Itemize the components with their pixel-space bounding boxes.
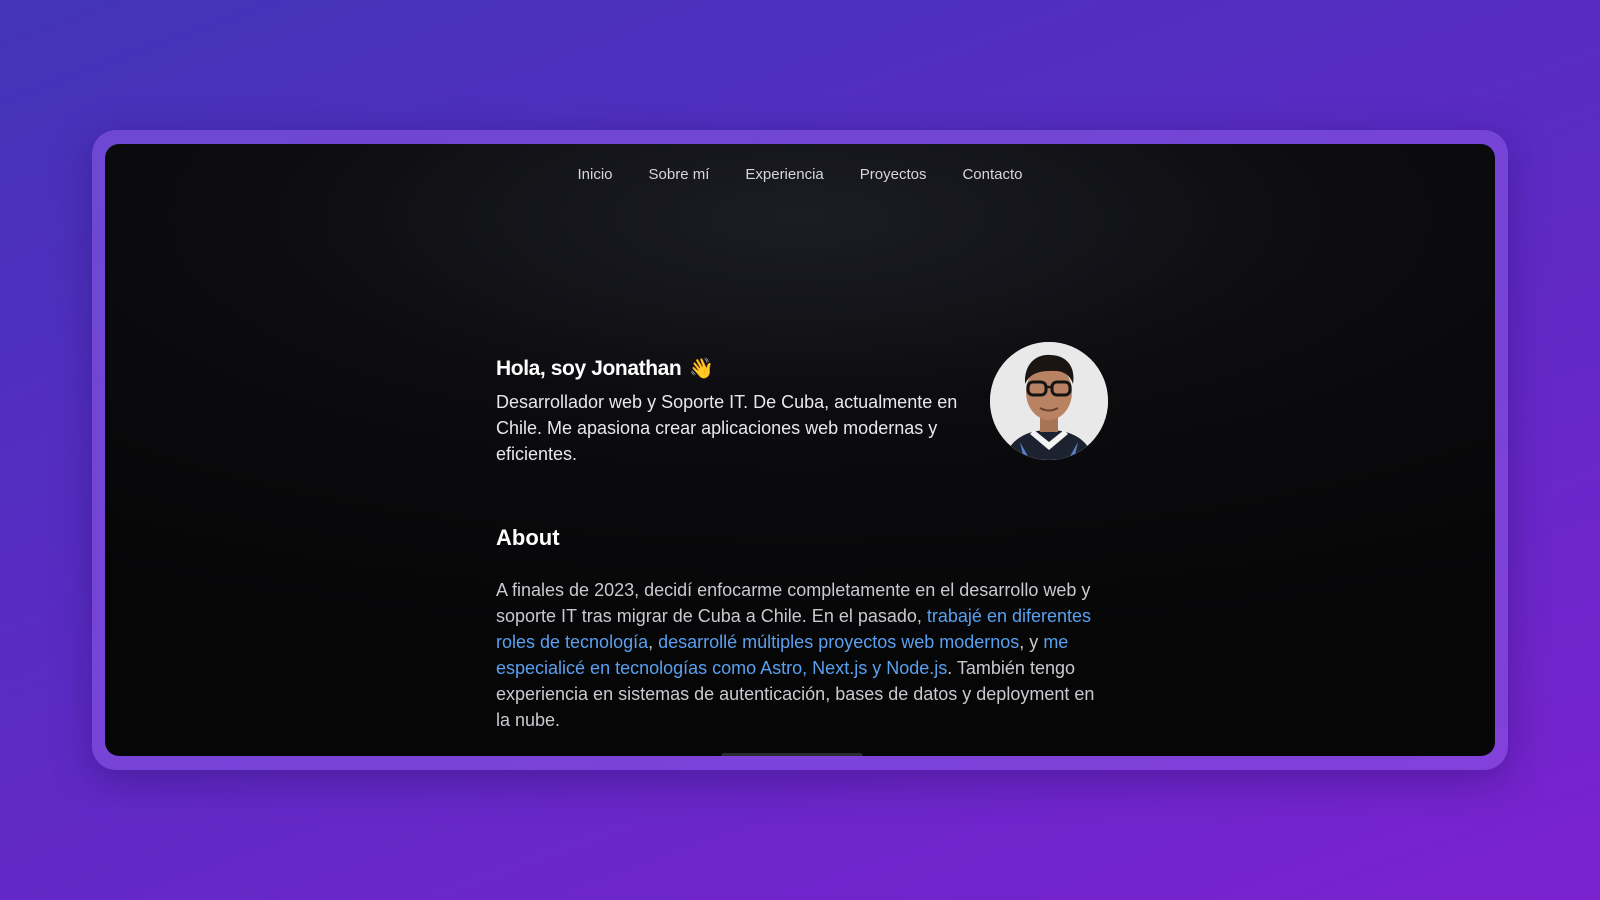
- browser-window: Inicio Sobre mí Experiencia Proyectos Co…: [105, 144, 1495, 756]
- nav-item-sobre-mi[interactable]: Sobre mí: [631, 162, 728, 187]
- about-text-part-3: , y: [1019, 632, 1044, 652]
- about-paragraph: A finales de 2023, decidí enfocarme comp…: [496, 577, 1108, 733]
- nav-item-proyectos[interactable]: Proyectos: [842, 162, 945, 187]
- waving-hand-icon: 👋: [689, 358, 714, 380]
- hero-title: Hola, soy Jonathan 👋: [496, 356, 990, 381]
- nav-item-inicio[interactable]: Inicio: [559, 162, 630, 187]
- about-heading: About: [496, 525, 560, 550]
- hero-section: Hola, soy Jonathan 👋 Desarrollador web y…: [496, 342, 1108, 467]
- hero-description: Desarrollador web y Soporte IT. De Cuba,…: [496, 392, 958, 464]
- avatar-portrait-image: [990, 342, 1108, 460]
- top-nav: Inicio Sobre mí Experiencia Proyectos Co…: [105, 162, 1495, 187]
- hero-title-text: Hola, soy Jonathan: [496, 356, 682, 380]
- hero-text: Hola, soy Jonathan 👋 Desarrollador web y…: [496, 356, 990, 467]
- scroll-indicator[interactable]: [721, 753, 863, 756]
- avatar: [990, 342, 1108, 460]
- nav-item-experiencia[interactable]: Experiencia: [727, 162, 841, 187]
- main-content: Hola, soy Jonathan 👋 Desarrollador web y…: [496, 342, 1108, 733]
- nav-item-contacto[interactable]: Contacto: [944, 162, 1040, 187]
- link-proyectos-web[interactable]: desarrollé múltiples proyectos web moder…: [658, 632, 1019, 652]
- about-text-part-2: ,: [648, 632, 659, 652]
